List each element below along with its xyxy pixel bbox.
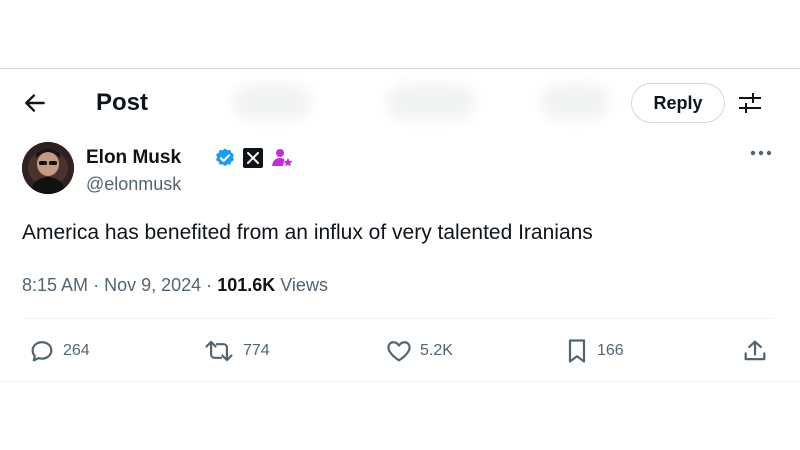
more-dots-icon[interactable] <box>750 148 772 158</box>
reply-bubble-icon <box>31 341 53 362</box>
person-star-icon[interactable] <box>270 146 294 170</box>
avatar-image <box>22 142 74 194</box>
reply-action[interactable]: 264 <box>28 334 90 368</box>
reply-count: 264 <box>63 342 90 359</box>
blurred-header-area <box>232 84 312 120</box>
post-meta: 8:15 AM · Nov 9, 2024 · 101.6K Views <box>22 273 328 297</box>
top-divider <box>0 68 800 69</box>
share-action[interactable] <box>741 334 769 368</box>
like-count: 5.2K <box>420 342 453 359</box>
verified-badge-icon[interactable] <box>214 147 236 169</box>
blurred-header-area <box>386 84 476 120</box>
bookmark-icon <box>568 339 586 363</box>
repost-action[interactable]: 774 <box>202 334 270 368</box>
sliders-icon[interactable] <box>737 91 763 115</box>
post-time[interactable]: 8:15 AM <box>22 275 88 295</box>
post-header: Post Reply <box>0 70 800 136</box>
reply-button[interactable]: Reply <box>631 83 725 123</box>
repost-icon <box>205 340 233 362</box>
action-bar: 264 774 5.2K 166 <box>0 334 800 368</box>
views-label: Views <box>280 275 328 295</box>
meta-divider <box>22 318 774 319</box>
avatar[interactable] <box>22 142 74 194</box>
repost-count: 774 <box>243 342 270 359</box>
meta-separator: · <box>93 275 100 295</box>
like-action[interactable]: 5.2K <box>385 334 453 368</box>
page-title: Post <box>96 89 149 116</box>
post-screen: Post Reply Elon Musk @elonmusk America h… <box>0 0 800 450</box>
meta-separator: · <box>206 275 213 295</box>
post-date[interactable]: Nov 9, 2024 <box>104 275 201 295</box>
back-arrow-icon[interactable] <box>22 90 48 116</box>
x-logo-icon[interactable] <box>242 147 264 169</box>
share-icon <box>744 340 766 361</box>
views-count: 101.6K <box>217 275 276 295</box>
post-author: Elon Musk @elonmusk <box>22 142 782 198</box>
display-name[interactable]: Elon Musk <box>86 146 181 170</box>
post-text: America has benefited from an influx of … <box>22 221 593 244</box>
handle[interactable]: @elonmusk <box>86 173 181 195</box>
bookmark-count: 166 <box>597 342 624 359</box>
badges <box>214 146 294 170</box>
bottom-divider <box>0 381 800 382</box>
bookmark-action[interactable]: 166 <box>564 334 624 368</box>
blurred-header-area <box>540 84 610 120</box>
heart-icon <box>387 341 411 362</box>
